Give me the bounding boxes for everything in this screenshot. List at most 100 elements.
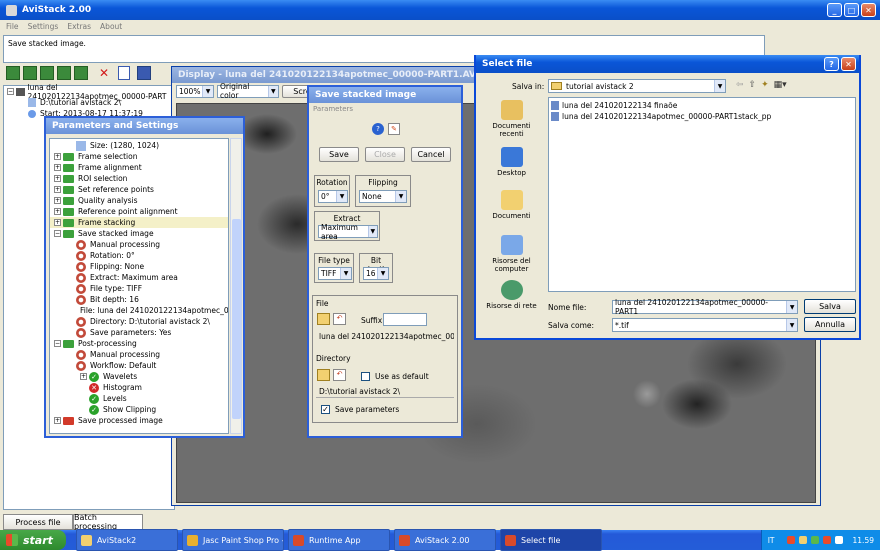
stop-icon[interactable]: ✕	[97, 66, 111, 80]
open-dir-icon[interactable]	[317, 369, 330, 381]
expand-icon[interactable]: +	[80, 373, 87, 380]
params-tree-item[interactable]: + ✓ Wavelets	[50, 371, 228, 382]
menu-file[interactable]: File	[6, 22, 19, 31]
params-tree-item[interactable]: + Frame alignment	[50, 162, 228, 173]
params-tree-item[interactable]: Manual processing	[50, 349, 228, 360]
params-tree-item[interactable]: Bit depth: 16	[50, 294, 228, 305]
save-as-select[interactable]: *.tif ▼	[612, 318, 798, 332]
collapse-icon[interactable]: −	[7, 88, 14, 95]
load-icon[interactable]	[6, 66, 20, 80]
options-icon[interactable]: ✎	[388, 123, 400, 135]
params-tree-item[interactable]: + Set reference points	[50, 184, 228, 195]
tray-icon[interactable]	[810, 536, 819, 544]
params-scrollbar[interactable]	[230, 138, 242, 434]
expand-icon[interactable]: +	[54, 208, 61, 215]
params-tree-item[interactable]: +✓Show Clipping	[50, 404, 228, 415]
close-button[interactable]: Close	[365, 147, 405, 162]
params-tree-item[interactable]: + Save processed image	[50, 415, 228, 426]
minimize-icon[interactable]: _	[827, 3, 842, 17]
salva-button[interactable]: Salva	[804, 299, 856, 314]
suffix-input[interactable]	[383, 313, 427, 326]
params-tree-item[interactable]: Flipping: None	[50, 261, 228, 272]
expand-icon[interactable]: +	[54, 164, 61, 171]
use-default-checkbox[interactable]	[361, 372, 370, 381]
params-tree-item[interactable]: File: luna del 241020122134apotmec_0000	[50, 305, 228, 316]
color-select[interactable]: Original color ▼	[217, 82, 279, 100]
filetype-select[interactable]: TIFF ▼	[318, 267, 352, 280]
new-icon[interactable]	[118, 66, 130, 80]
cancel-button[interactable]: Cancel	[411, 147, 451, 162]
expand-icon[interactable]: +	[54, 197, 61, 204]
extract-select[interactable]: Maximum area ▼	[318, 223, 378, 241]
help-icon[interactable]: ?	[824, 57, 839, 71]
annulla-button[interactable]: Annulla	[804, 317, 856, 332]
params-tree-item[interactable]: − Save stacked image	[50, 228, 228, 239]
params-tree-item[interactable]: + Reference point alignment	[50, 206, 228, 217]
scroll-thumb[interactable]	[232, 219, 241, 419]
open-file-icon[interactable]	[317, 313, 330, 325]
process-icon[interactable]	[74, 66, 88, 80]
params-tree-item[interactable]: − Post-processing	[50, 338, 228, 349]
taskbar-item-jasc[interactable]: Jasc Paint Shop Pro - ...	[182, 529, 284, 551]
tree-root[interactable]: − luna del 241020122134apotmec_00000-PART	[4, 83, 174, 101]
params-tree-item[interactable]: + ROI selection	[50, 173, 228, 184]
rotation-select[interactable]: 0° ▼	[318, 190, 348, 203]
params-tree-item[interactable]: Rotation: 0°	[50, 250, 228, 261]
view-menu-icon[interactable]: ▦▾	[774, 80, 787, 90]
expand-icon[interactable]: +	[54, 153, 61, 160]
expand-icon[interactable]: +	[54, 219, 61, 226]
tray-icon[interactable]	[834, 536, 843, 544]
stack-icon[interactable]	[57, 66, 71, 80]
save-icon[interactable]	[137, 66, 151, 80]
file-input[interactable]: luna del 241020122134apotmec_00000-Pa	[316, 330, 454, 343]
tab-process-file[interactable]: Process file	[3, 514, 73, 530]
expand-icon[interactable]: −	[54, 230, 61, 237]
tray-icon[interactable]	[798, 536, 807, 544]
params-tree-item[interactable]: +✕Histogram	[50, 382, 228, 393]
file-name-input[interactable]: luna del 241020122134apotmec_00000-PART1…	[612, 298, 798, 316]
zoom-select[interactable]: 100% ▼	[176, 84, 214, 98]
maximize-icon[interactable]: □	[844, 3, 859, 17]
params-title-bar[interactable]: Parameters and Settings	[46, 118, 243, 134]
tray-icon[interactable]	[786, 536, 795, 544]
params-tree-item[interactable]: Save parameters: Yes	[50, 327, 228, 338]
start-button[interactable]: start	[0, 530, 66, 550]
params-tree-item[interactable]: + Frame selection	[50, 151, 228, 162]
look-in-select[interactable]: tutorial avistack 2 ▼	[548, 79, 726, 93]
back-icon[interactable]: ⇦	[736, 80, 744, 90]
taskbar-item-avistack[interactable]: AviStack 2.00	[394, 529, 496, 551]
expand-icon[interactable]: +	[54, 417, 61, 424]
new-folder-icon[interactable]: ✦	[761, 80, 769, 90]
expand-icon[interactable]: −	[54, 340, 61, 347]
params-tree-item[interactable]: Manual processing	[50, 239, 228, 250]
place-recent[interactable]: Documenti recenti	[480, 100, 543, 138]
place-computer[interactable]: Risorse del computer	[480, 235, 543, 273]
params-tree-item[interactable]: + Frame stacking	[50, 217, 228, 228]
directory-input[interactable]: D:\tutorial avistack 2\	[316, 386, 454, 398]
taskbar-item-avistack2[interactable]: AviStack2	[76, 529, 178, 551]
up-folder-icon[interactable]: ⇧	[749, 80, 757, 90]
save-button[interactable]: Save	[319, 147, 359, 162]
file-item[interactable]: luna del 241020122134apotmec_00000-PART1…	[551, 111, 853, 122]
expand-icon[interactable]: +	[54, 186, 61, 193]
reset-file-icon[interactable]: ↶	[333, 313, 346, 325]
select-file-title-bar[interactable]: Select file ? ✕	[476, 55, 859, 73]
tray-icon[interactable]	[822, 536, 831, 544]
file-item[interactable]: luna del 241020122134 finaõe	[551, 100, 853, 111]
params-tree-item[interactable]: Directory: D:\tutorial avistack 2\	[50, 316, 228, 327]
menu-about[interactable]: About	[100, 22, 122, 31]
place-desktop[interactable]: Desktop	[480, 147, 543, 177]
params-tree-item[interactable]: Extract: Maximum area	[50, 272, 228, 283]
params-tree-item[interactable]: Size: (1280, 1024)	[50, 140, 228, 151]
taskbar-item-runtime[interactable]: Runtime App	[288, 529, 390, 551]
align-icon[interactable]	[40, 66, 54, 80]
place-documents[interactable]: Documenti	[480, 190, 543, 220]
close-icon[interactable]: ✕	[861, 3, 876, 17]
place-network[interactable]: Risorse di rete	[480, 280, 543, 310]
params-tree-item[interactable]: Workflow: Default	[50, 360, 228, 371]
reset-dir-icon[interactable]: ↶	[333, 369, 346, 381]
params-tree-item[interactable]: +✓Levels	[50, 393, 228, 404]
menu-extras[interactable]: Extras	[67, 22, 91, 31]
language-indicator[interactable]: IT	[768, 536, 775, 545]
params-tree-item[interactable]: File type: TIFF	[50, 283, 228, 294]
